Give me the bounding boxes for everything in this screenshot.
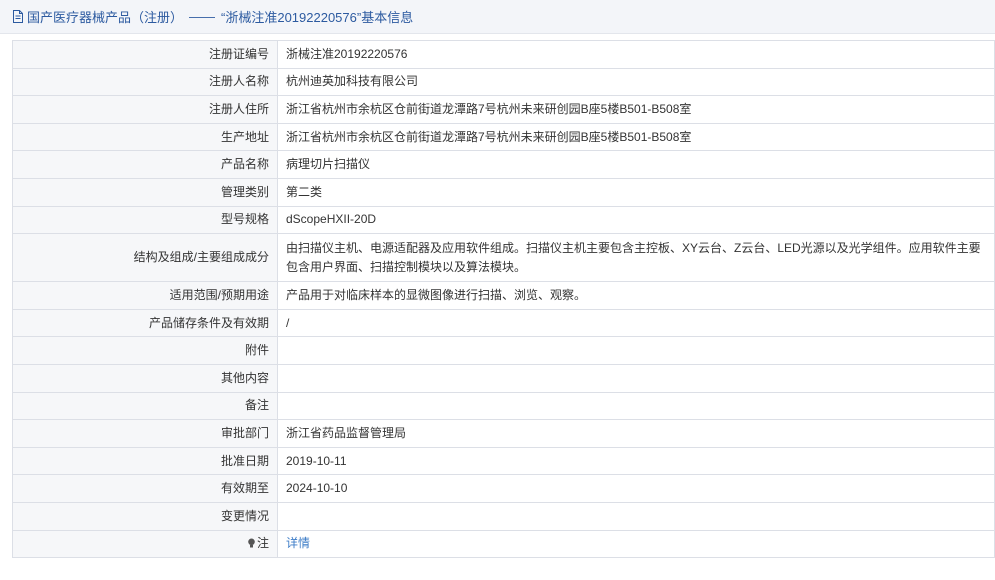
details-link[interactable]: 详情 [286, 536, 310, 550]
table-row: 其他内容 [12, 364, 995, 393]
field-value: 浙江省杭州市余杭区仓前街道龙潭路7号杭州未来研创园B座5楼B501-B508室 [277, 123, 995, 152]
field-value: 杭州迪英加科技有限公司 [277, 68, 995, 97]
field-label: 附件 [12, 336, 278, 365]
field-value [277, 336, 995, 365]
field-label: 生产地址 [12, 123, 278, 152]
table-row: 适用范围/预期用途 产品用于对临床样本的显微图像进行扫描、浏览、观察。 [12, 281, 995, 310]
table-row: 结构及组成/主要组成成分 由扫描仪主机、电源适配器及应用软件组成。扫描仪主机主要… [12, 233, 995, 283]
table-row: 生产地址 浙江省杭州市余杭区仓前街道龙潭路7号杭州未来研创园B座5楼B501-B… [12, 123, 995, 152]
field-label: 其他内容 [12, 364, 278, 393]
table-row: 型号规格 dScopeHXII-20D [12, 206, 995, 235]
info-table: 注册证编号 浙械注准20192220576 注册人名称 杭州迪英加科技有限公司 … [12, 40, 995, 559]
field-value: 第二类 [277, 178, 995, 207]
table-row: 注册人名称 杭州迪英加科技有限公司 [12, 68, 995, 97]
table-row: 产品储存条件及有效期 / [12, 309, 995, 338]
lightbulb-icon [248, 538, 255, 548]
note-label-cell: 注 [12, 530, 278, 559]
table-row: 管理类别 第二类 [12, 178, 995, 207]
field-label: 变更情况 [12, 502, 278, 531]
table-row: 备注 [12, 392, 995, 421]
field-label: 注册人名称 [12, 68, 278, 97]
note-value-cell: 详情 [277, 530, 995, 559]
field-label: 产品储存条件及有效期 [12, 309, 278, 338]
field-value: 产品用于对临床样本的显微图像进行扫描、浏览、观察。 [277, 281, 995, 310]
field-label: 有效期至 [12, 474, 278, 503]
field-value: 浙江省杭州市余杭区仓前街道龙潭路7号杭州未来研创园B座5楼B501-B508室 [277, 95, 995, 124]
note-label: 注 [256, 536, 269, 551]
field-value [277, 392, 995, 421]
table-row: 附件 [12, 336, 995, 365]
header-separator: —— [189, 9, 216, 24]
field-label: 批准日期 [12, 447, 278, 476]
header-category: 国产医疗器械产品（注册） [27, 10, 184, 25]
field-value [277, 502, 995, 531]
field-value: 2024-10-10 [277, 474, 995, 503]
field-value: 浙江省药品监督管理局 [277, 419, 995, 448]
table-row: 产品名称 病理切片扫描仪 [12, 150, 995, 179]
header-title: “浙械注准20192220576”基本信息 [221, 10, 414, 25]
note-row: 注 详情 [12, 530, 995, 559]
field-label: 产品名称 [12, 150, 278, 179]
field-value: 2019-10-11 [277, 447, 995, 476]
table-row: 注册人住所 浙江省杭州市余杭区仓前街道龙潭路7号杭州未来研创园B座5楼B501-… [12, 95, 995, 124]
page-header: 国产医疗器械产品（注册） —— “浙械注准20192220576”基本信息 [0, 0, 995, 34]
field-label: 注册证编号 [12, 40, 278, 69]
field-value: 浙械注准20192220576 [277, 40, 995, 69]
field-value: / [277, 309, 995, 338]
field-value [277, 364, 995, 393]
table-row: 批准日期 2019-10-11 [12, 447, 995, 476]
table-row: 审批部门 浙江省药品监督管理局 [12, 419, 995, 448]
field-value: 病理切片扫描仪 [277, 150, 995, 179]
table-row: 变更情况 [12, 502, 995, 531]
field-label: 注册人住所 [12, 95, 278, 124]
field-label: 管理类别 [12, 178, 278, 207]
table-row: 有效期至 2024-10-10 [12, 474, 995, 503]
field-label: 适用范围/预期用途 [12, 281, 278, 310]
field-label: 审批部门 [12, 419, 278, 448]
field-value: dScopeHXII-20D [277, 206, 995, 235]
field-label: 型号规格 [12, 206, 278, 235]
table-row: 注册证编号 浙械注准20192220576 [12, 40, 995, 69]
field-label: 结构及组成/主要组成成分 [12, 233, 278, 283]
document-icon [13, 10, 23, 23]
field-label: 备注 [12, 392, 278, 421]
field-value: 由扫描仪主机、电源适配器及应用软件组成。扫描仪主机主要包含主控板、XY云台、Z云… [277, 233, 995, 283]
